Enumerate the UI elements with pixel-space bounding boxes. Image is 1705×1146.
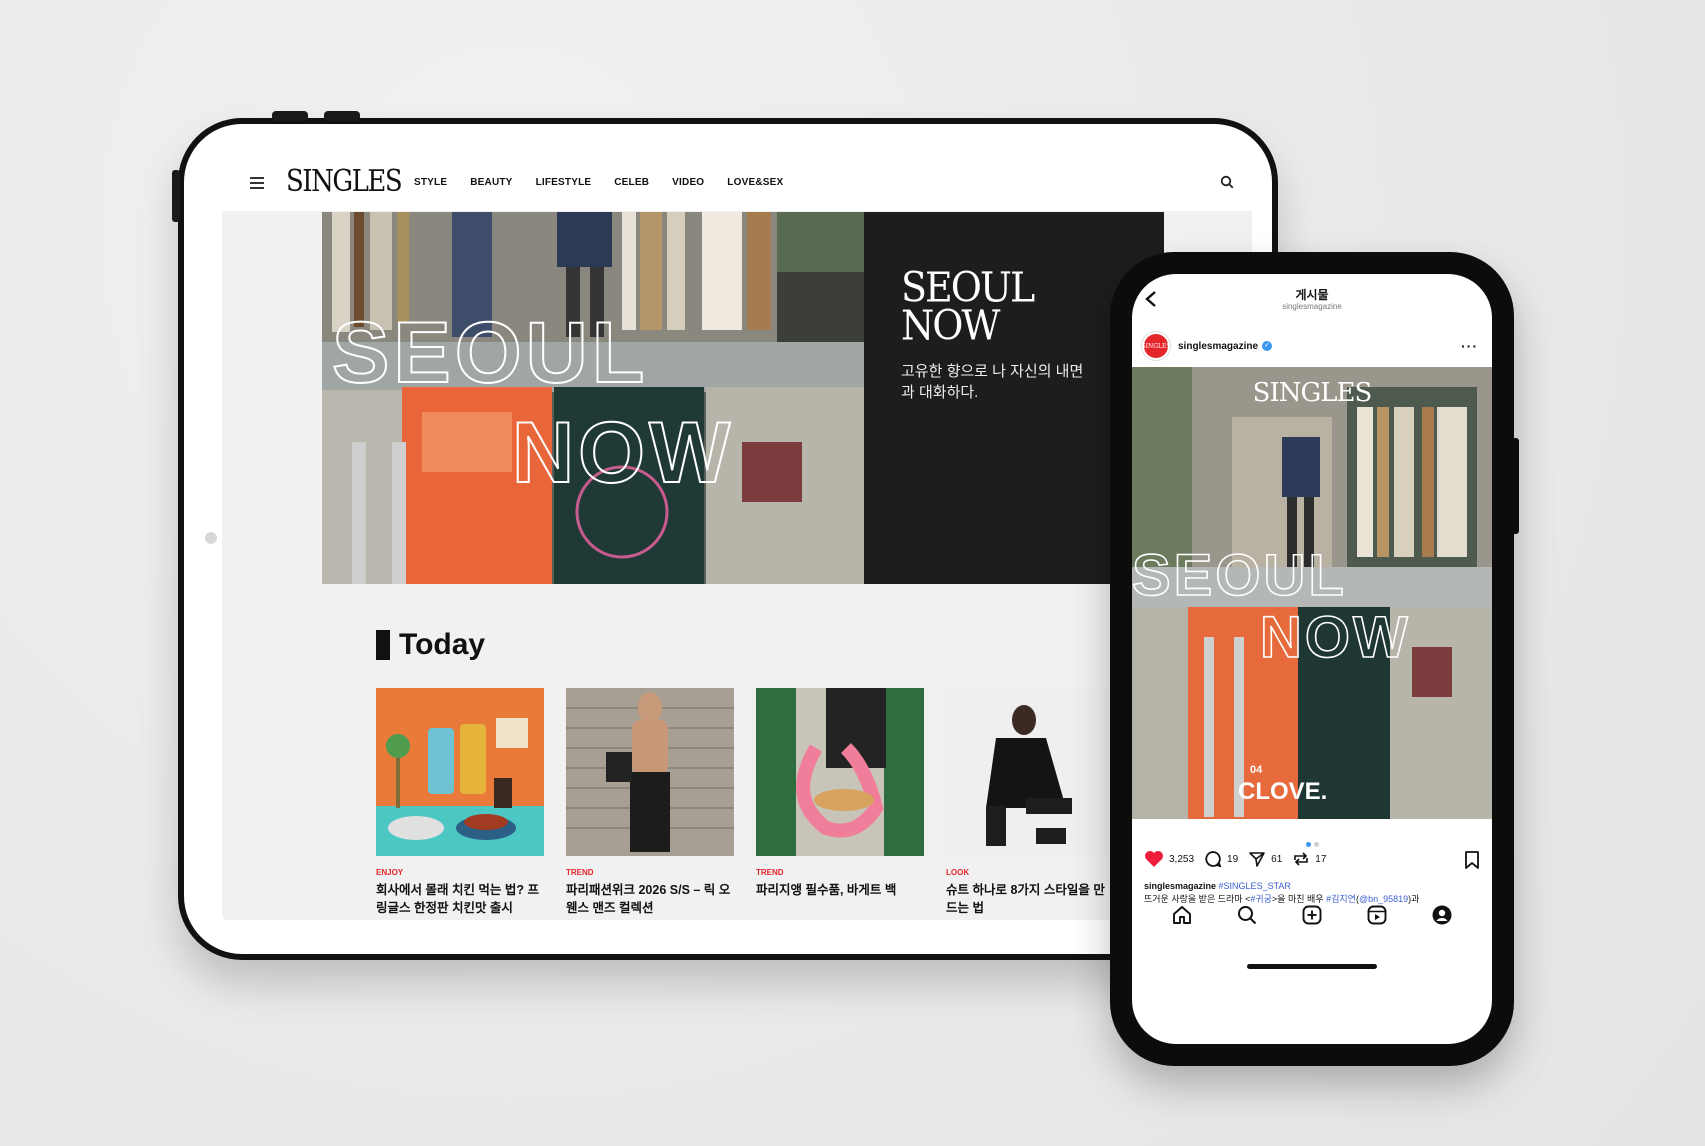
profile-icon[interactable] <box>1431 904 1453 926</box>
article-card[interactable]: TREND 파리지앵 필수품, 바게트 백 <box>756 688 924 917</box>
repost-icon[interactable] <box>1292 850 1310 868</box>
verified-badge-icon: ✓ <box>1262 341 1273 351</box>
article-category: ENJOY <box>376 868 404 877</box>
header-title: 게시물 <box>1295 288 1329 302</box>
post-number: 04 <box>1250 764 1263 776</box>
share-count: 61 <box>1271 853 1283 865</box>
reels-icon[interactable] <box>1366 904 1388 926</box>
post-logo: SINGLES <box>1253 378 1372 408</box>
caption-username[interactable]: singlesmagazine <box>1144 881 1216 891</box>
caption-line-1: singlesmagazine #SINGLES_STAR <box>1144 880 1484 893</box>
article-thumbnail[interactable] <box>946 688 1114 856</box>
post-author[interactable]: SINGLES singlesmagazine ✓ <box>1142 332 1273 360</box>
thumbnail-baguette-bag <box>756 688 924 856</box>
article-thumbnail[interactable] <box>566 688 734 856</box>
post-overlay-seoul: SEOUL <box>1132 543 1347 608</box>
repost-action[interactable]: 17 <box>1292 850 1326 868</box>
menu-icon[interactable] <box>250 177 264 192</box>
nav-item-beauty[interactable]: BEAUTY <box>470 177 512 188</box>
like-count: 3,253 <box>1169 853 1195 865</box>
nav-item-lovesex[interactable]: LOVE&SEX <box>727 177 783 188</box>
hero-subtitle: 고유한 향으로 나 자신의 내면과 대화하다. <box>901 363 1084 401</box>
heart-icon[interactable] <box>1144 850 1164 868</box>
post-username[interactable]: singlesmagazine <box>1178 341 1258 352</box>
article-thumbnail[interactable] <box>756 688 924 856</box>
article-title[interactable]: 회사에서 몰래 치킨 먹는 법? 프링글스 한정판 치킨맛 출시 <box>376 881 544 917</box>
tablet-top-button <box>272 111 308 121</box>
home-indicator <box>1247 964 1377 969</box>
nav-item-style[interactable]: STYLE <box>414 177 447 188</box>
caption-text-a: 뜨거운 사랑을 받은 드라마 < <box>1144 894 1251 904</box>
caption-link-b[interactable]: #김지연 <box>1326 894 1356 904</box>
phone-side-button <box>1512 438 1519 534</box>
nav-item-lifestyle[interactable]: LIFESTYLE <box>536 177 592 188</box>
tablet-side-button <box>172 170 180 222</box>
caption-link-a[interactable]: #귀궁 <box>1250 894 1272 904</box>
comment-count: 19 <box>1227 853 1239 865</box>
hero-title: SEOUL NOW <box>901 267 1035 350</box>
post-image[interactable]: SINGLES SEOUL NOW 04 CLOVE. <box>1132 367 1492 819</box>
post-name: CLOVE. <box>1238 778 1327 805</box>
post-actions: 3,253 19 61 17 <box>1144 850 1336 868</box>
thumbnail-suit <box>946 688 1114 856</box>
nav-item-video[interactable]: VIDEO <box>672 177 704 188</box>
today-section-heading: Today <box>376 628 485 662</box>
article-category: TREND <box>756 868 784 877</box>
search-icon[interactable] <box>1220 175 1234 189</box>
article-category: LOOK <box>946 868 970 877</box>
article-title[interactable]: 슈트 하나로 8가지 스타일을 만드는 법 <box>946 881 1114 917</box>
share-action[interactable]: 61 <box>1248 850 1282 868</box>
article-category: TREND <box>566 868 594 877</box>
thumbnail-runway <box>566 688 734 856</box>
today-heading-text: Today <box>399 628 486 661</box>
site-header: SINGLES STYLE BEAUTY LIFESTYLE CELEB VID… <box>222 156 1252 211</box>
post-caption: singlesmagazine #SINGLES_STAR 뜨거운 사랑을 받은… <box>1144 880 1484 906</box>
main-nav: STYLE BEAUTY LIFESTYLE CELEB VIDEO LOVE&… <box>414 177 806 188</box>
phone-device: 게시물 singlesmagazine SINGLES singlesmagaz… <box>1110 252 1519 1066</box>
article-title[interactable]: 파리패션위크 2026 S/S – 릭 오웬스 맨즈 컬렉션 <box>566 881 734 917</box>
hero-overlay-now: NOW <box>512 405 734 501</box>
bottom-tab-bar <box>1132 904 1492 926</box>
tablet-screen: SINGLES STYLE BEAUTY LIFESTYLE CELEB VID… <box>222 156 1252 920</box>
repost-count: 17 <box>1315 853 1327 865</box>
article-card[interactable]: TREND 파리패션위크 2026 S/S – 릭 오웬스 맨즈 컬렉션 <box>566 688 734 917</box>
tablet-top-button <box>324 111 360 121</box>
like-action[interactable]: 3,253 <box>1144 850 1194 868</box>
nav-item-celeb[interactable]: CELEB <box>614 177 649 188</box>
caption-text-d: )과 <box>1408 894 1420 904</box>
caption-text-b: >을 마친 배우 <box>1271 894 1327 904</box>
create-post-icon[interactable] <box>1301 904 1323 926</box>
caption-hashtag[interactable]: #SINGLES_STAR <box>1219 881 1291 891</box>
article-thumbnail[interactable] <box>376 688 544 856</box>
phone-screen: 게시물 singlesmagazine SINGLES singlesmagaz… <box>1132 274 1492 1044</box>
post-photo: SINGLES SEOUL NOW 04 CLOVE. <box>1132 367 1492 819</box>
hero-photo: SEOUL NOW <box>322 212 864 584</box>
comment-action[interactable]: 19 <box>1204 850 1238 868</box>
avatar[interactable]: SINGLES <box>1142 332 1171 360</box>
home-icon[interactable] <box>1171 904 1193 926</box>
hero-overlay-seoul: SEOUL <box>332 305 648 401</box>
heading-bar <box>376 630 390 660</box>
site-logo[interactable]: SINGLES <box>286 165 403 200</box>
thumbnail-pringles <box>376 688 544 856</box>
article-title[interactable]: 파리지앵 필수품, 바게트 백 <box>756 881 924 899</box>
hero-title-line2: NOW <box>901 301 1000 350</box>
search-icon[interactable] <box>1236 904 1258 926</box>
header-handle: singlesmagazine <box>1282 302 1342 311</box>
caption-link-c[interactable]: @bn_95819 <box>1359 894 1408 904</box>
article-card[interactable]: ENJOY 회사에서 몰래 치킨 먹는 법? 프링글스 한정판 치킨맛 출시 <box>376 688 544 917</box>
post-overlay-now: NOW <box>1260 605 1411 670</box>
article-card[interactable]: LOOK 슈트 하나로 8가지 스타일을 만드는 법 <box>946 688 1114 917</box>
hero-image[interactable]: SEOUL NOW <box>322 212 864 584</box>
today-card-list: ENJOY 회사에서 몰래 치킨 먹는 법? 프링글스 한정판 치킨맛 출시 T… <box>376 688 1136 917</box>
carousel-dot <box>1313 842 1319 847</box>
carousel-dot-active <box>1305 842 1311 847</box>
instagram-header: 게시물 singlesmagazine <box>1132 274 1492 322</box>
more-options-icon[interactable]: ··· <box>1461 338 1478 354</box>
comment-icon[interactable] <box>1204 850 1222 868</box>
tablet-camera <box>205 532 217 544</box>
send-icon[interactable] <box>1248 850 1266 868</box>
bookmark-icon[interactable] <box>1464 851 1480 869</box>
